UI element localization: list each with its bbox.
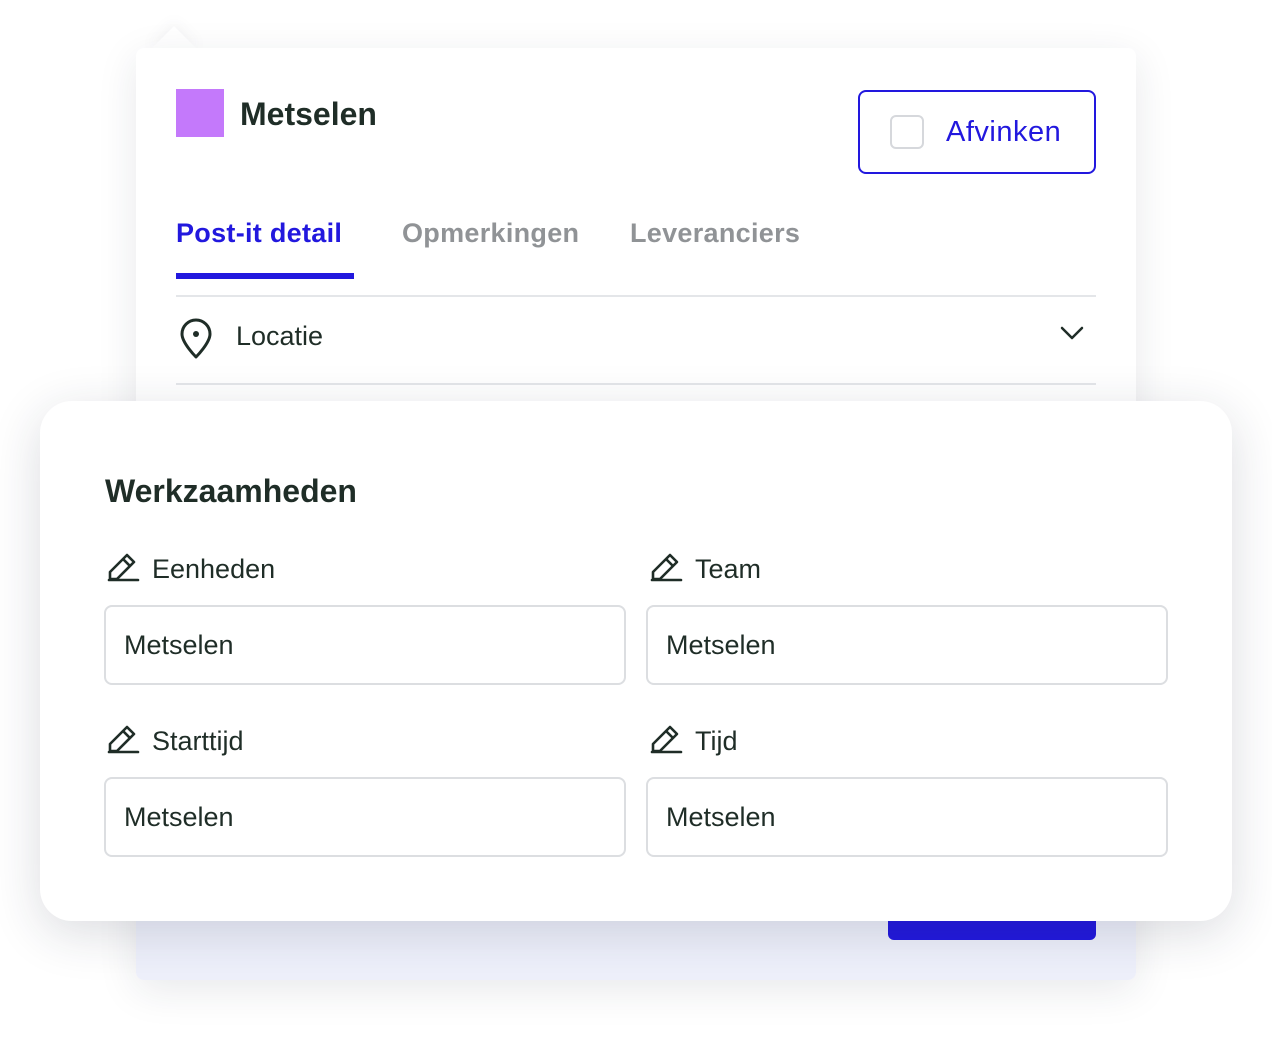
- tab-leveranciers[interactable]: Leveranciers: [630, 218, 800, 249]
- eenheden-label-text: Eenheden: [152, 554, 276, 584]
- location-accordion[interactable]: Locatie: [176, 297, 1096, 385]
- tijd-label: Tijd: [649, 721, 738, 762]
- tab-post-it-detail[interactable]: Post-it detail: [176, 218, 342, 249]
- checkbox-icon[interactable]: [890, 115, 924, 149]
- pencil-icon: [106, 721, 140, 762]
- tab-bar: Post-it detail Opmerkingen Leveranciers: [176, 208, 1096, 297]
- afvinken-label: Afvinken: [946, 115, 1062, 148]
- active-tab-indicator: [176, 273, 354, 279]
- tijd-input[interactable]: [646, 777, 1168, 857]
- tab-opmerkingen[interactable]: Opmerkingen: [402, 218, 579, 249]
- starttijd-input[interactable]: [104, 777, 626, 857]
- afvinken-button[interactable]: Afvinken: [858, 90, 1096, 174]
- eenheden-label: Eenheden: [106, 549, 275, 590]
- pencil-icon: [649, 549, 683, 590]
- postit-color-swatch: [176, 89, 224, 137]
- werkzaamheden-title: Werkzaamheden: [105, 473, 357, 509]
- werkzaamheden-card: Werkzaamheden Eenheden Team: [40, 401, 1232, 921]
- team-label-text: Team: [695, 554, 762, 584]
- tijd-label-text: Tijd: [695, 726, 738, 756]
- team-input[interactable]: [646, 605, 1168, 685]
- team-label: Team: [649, 549, 761, 590]
- starttijd-label-text: Starttijd: [152, 726, 244, 756]
- postit-title: Metselen: [240, 96, 377, 132]
- chevron-down-icon[interactable]: [1058, 323, 1086, 348]
- eenheden-input[interactable]: [104, 605, 626, 685]
- map-pin-icon: [176, 317, 216, 366]
- starttijd-label: Starttijd: [106, 721, 244, 762]
- pencil-icon: [649, 721, 683, 762]
- card-pointer: [150, 26, 198, 50]
- location-label: Locatie: [236, 321, 324, 351]
- pencil-icon: [106, 549, 140, 590]
